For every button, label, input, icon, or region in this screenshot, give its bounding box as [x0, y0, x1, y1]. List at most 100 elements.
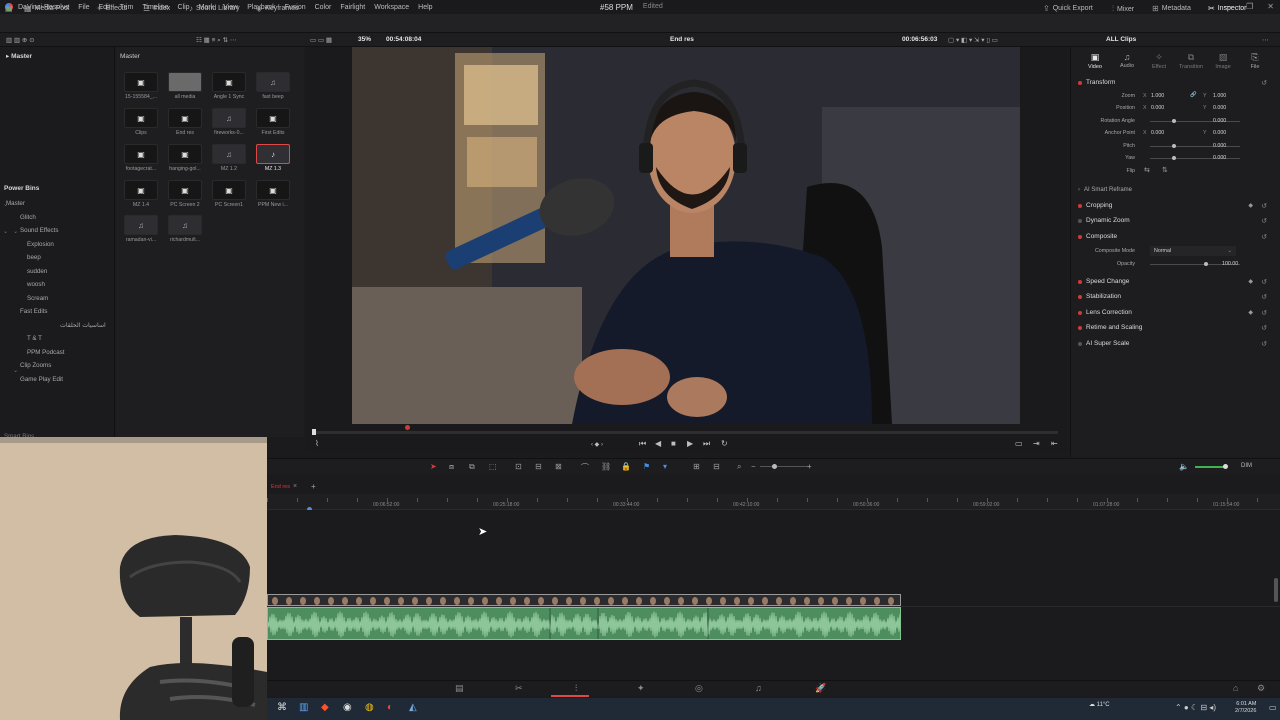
zoom-detail-icon[interactable]: ⊟	[713, 462, 720, 471]
fusion-page-icon[interactable]: ✦	[637, 683, 645, 694]
rotation-value[interactable]: 0.000	[1213, 118, 1226, 124]
power-bin-item[interactable]: woosh	[27, 281, 45, 288]
menu-item-clip[interactable]: Clip	[178, 4, 190, 11]
cropping-enable-dot[interactable]	[1078, 203, 1082, 208]
cut-page-icon[interactable]: ✂	[515, 683, 523, 694]
media-clip-thumbnail[interactable]: ♫	[212, 108, 246, 128]
notification-icon[interactable]: ▭	[1269, 703, 1277, 712]
play-icon[interactable]: ▶	[687, 439, 693, 448]
composite-section[interactable]: Composite ↺	[1078, 230, 1273, 243]
super-scale-enable-dot[interactable]	[1078, 341, 1082, 346]
stop-icon[interactable]: ■	[671, 439, 676, 448]
media-pool-button[interactable]: ▦ Media Pool	[24, 4, 70, 13]
index-button[interactable]: ☰ Index	[143, 4, 170, 13]
marker-icon[interactable]: ▾	[663, 462, 667, 471]
waveform-toggle-icon[interactable]: ⌇	[315, 439, 319, 448]
ai-smart-reframe-section[interactable]: › AI Smart Reframe	[1078, 183, 1273, 196]
add-timeline-tab-icon[interactable]: +	[311, 482, 316, 491]
media-clip-thumbnail[interactable]: ▣	[256, 180, 290, 200]
mixer-button[interactable]: ⫶ Mixer	[1112, 4, 1134, 14]
stabilization-section[interactable]: Stabilization ↺	[1078, 290, 1273, 303]
keyframes-button[interactable]: ◈ Keyframes	[256, 4, 299, 13]
replace-clip-icon[interactable]: ⊠	[555, 462, 562, 471]
media-clip-thumbnail[interactable]: ▣	[256, 108, 290, 128]
trim-tool-icon[interactable]: ⧈	[449, 462, 454, 472]
fairlight-page-icon[interactable]: ♫	[755, 683, 762, 693]
active-app-icon[interactable]: ◭	[409, 702, 417, 713]
position-y-value[interactable]: 0.000	[1213, 105, 1226, 111]
tab-image[interactable]: ▨ Image	[1208, 52, 1238, 70]
retime-scaling-section[interactable]: Retime and Scaling ↺	[1078, 321, 1273, 334]
position-lock-icon[interactable]: 🔒	[621, 462, 631, 471]
timeline-zoom-knob[interactable]	[772, 464, 777, 469]
zoom-x-value[interactable]: 1.000	[1151, 93, 1164, 99]
file-explorer-icon[interactable]: ▥	[299, 702, 308, 713]
expand-chevron-icon[interactable]: ⌄	[13, 228, 18, 235]
flag-icon[interactable]: ⚑	[643, 462, 650, 471]
composite-reset-icon[interactable]: ↺	[1261, 233, 1267, 241]
jog-icon[interactable]: ‹ ◆ ›	[591, 441, 603, 448]
loop-icon[interactable]: ↻	[721, 439, 728, 448]
power-bin-item[interactable]: Game Play Edit	[20, 376, 63, 383]
power-bin-item[interactable]: PPM Podcast	[27, 349, 65, 356]
power-bin-item[interactable]: Glitch	[20, 214, 36, 221]
zoom-in-icon[interactable]: +	[807, 462, 812, 471]
flip-vertical-icon[interactable]: ⇅	[1162, 166, 1168, 174]
home-icon[interactable]: ⌂	[1233, 683, 1238, 693]
transform-section[interactable]: Transform ↺	[1078, 76, 1273, 89]
media-clip-thumbnail[interactable]: ▣	[124, 108, 158, 128]
power-bin-item[interactable]: Master	[6, 200, 25, 207]
timeline-ruler[interactable]: 00:06:52:00 00:25:18:00 00:33:44:00 00:42:1…	[267, 494, 1280, 510]
lens-keyframe-icon[interactable]: ◆	[1248, 309, 1253, 316]
cropping-reset-icon[interactable]: ↺	[1261, 202, 1267, 210]
anchor-x-value[interactable]: 0.000	[1151, 130, 1164, 136]
play-reverse-icon[interactable]: ◀	[655, 439, 661, 448]
maximize-icon[interactable]: ❐	[1246, 2, 1253, 11]
lens-correction-section[interactable]: Lens Correction ◆ ↺	[1078, 306, 1273, 319]
media-clip-thumbnail[interactable]: ▣	[168, 108, 202, 128]
lens-correction-enable-dot[interactable]	[1078, 310, 1082, 315]
more-options-icon[interactable]: ⋯	[1262, 36, 1269, 44]
clock[interactable]: 6:01 AM 2/7/2026	[1235, 701, 1256, 715]
timeline-tab-end-res[interactable]: End res	[271, 484, 290, 490]
power-bin-item[interactable]: T & T	[27, 335, 42, 342]
retime-reset-icon[interactable]: ↺	[1261, 324, 1267, 332]
position-x-value[interactable]: 0.000	[1151, 105, 1164, 111]
resolve-taskbar-icon[interactable]: ◐	[387, 702, 393, 713]
stabilization-reset-icon[interactable]: ↺	[1261, 293, 1267, 301]
media-clip-thumbnail[interactable]: ▣	[168, 180, 202, 200]
media-clip-thumbnail[interactable]: ♫	[124, 215, 158, 235]
menu-item-color[interactable]: Color	[315, 4, 332, 11]
dynamic-zoom-section[interactable]: Dynamic Zoom ↺	[1078, 214, 1273, 227]
media-clip-thumbnail[interactable]: ♪	[256, 144, 290, 164]
speed-keyframe-icon[interactable]: ◆	[1248, 278, 1253, 285]
expand-chevron-icon[interactable]: ⌄	[3, 228, 8, 235]
timeline-tab-close-icon[interactable]: ×	[293, 483, 297, 490]
chrome-icon[interactable]: ◍	[365, 702, 374, 713]
dim-button[interactable]: DIM	[1241, 463, 1252, 469]
viewer-layout-icons[interactable]: ▭ ▭ ▦	[310, 36, 332, 44]
viewer-scrub-bar[interactable]	[312, 431, 1058, 434]
yaw-value[interactable]: 0.000	[1213, 155, 1226, 161]
volume-knob[interactable]	[1223, 464, 1228, 469]
opacity-slider-knob[interactable]	[1204, 262, 1208, 266]
effects-button[interactable]: ✧ Effects	[96, 4, 127, 13]
speed-reset-icon[interactable]: ↺	[1261, 278, 1267, 286]
zoom-y-value[interactable]: 1.000	[1213, 93, 1226, 99]
media-page-icon[interactable]: ▤	[455, 683, 464, 694]
rotation-slider[interactable]	[1150, 121, 1240, 122]
power-bin-item[interactable]: Clip Zooms	[20, 362, 51, 369]
sound-library-button[interactable]: ♪ Sound Library	[189, 4, 240, 13]
view-mode-icons[interactable]: ☷ ▦ ≡ ⌕ ⇅ ⋯	[196, 36, 236, 45]
menu-item-help[interactable]: Help	[418, 4, 432, 11]
volume-icon[interactable]: 🔈	[1179, 462, 1189, 471]
inspector-button[interactable]: ✂ Inspector	[1208, 4, 1247, 13]
power-bin-item[interactable]: sudden	[27, 268, 47, 275]
dynamic-trim-icon[interactable]: ⧉	[469, 462, 475, 472]
settings-gear-icon[interactable]: ⚙	[1257, 683, 1265, 694]
dynamic-zoom-enable-dot[interactable]	[1078, 218, 1082, 223]
zoom-full-icon[interactable]: ⊞	[693, 462, 700, 471]
media-clip-thumbnail[interactable]: ▣	[124, 144, 158, 164]
super-scale-reset-icon[interactable]: ↺	[1261, 340, 1267, 348]
menu-item-fairlight[interactable]: Fairlight	[340, 4, 365, 11]
